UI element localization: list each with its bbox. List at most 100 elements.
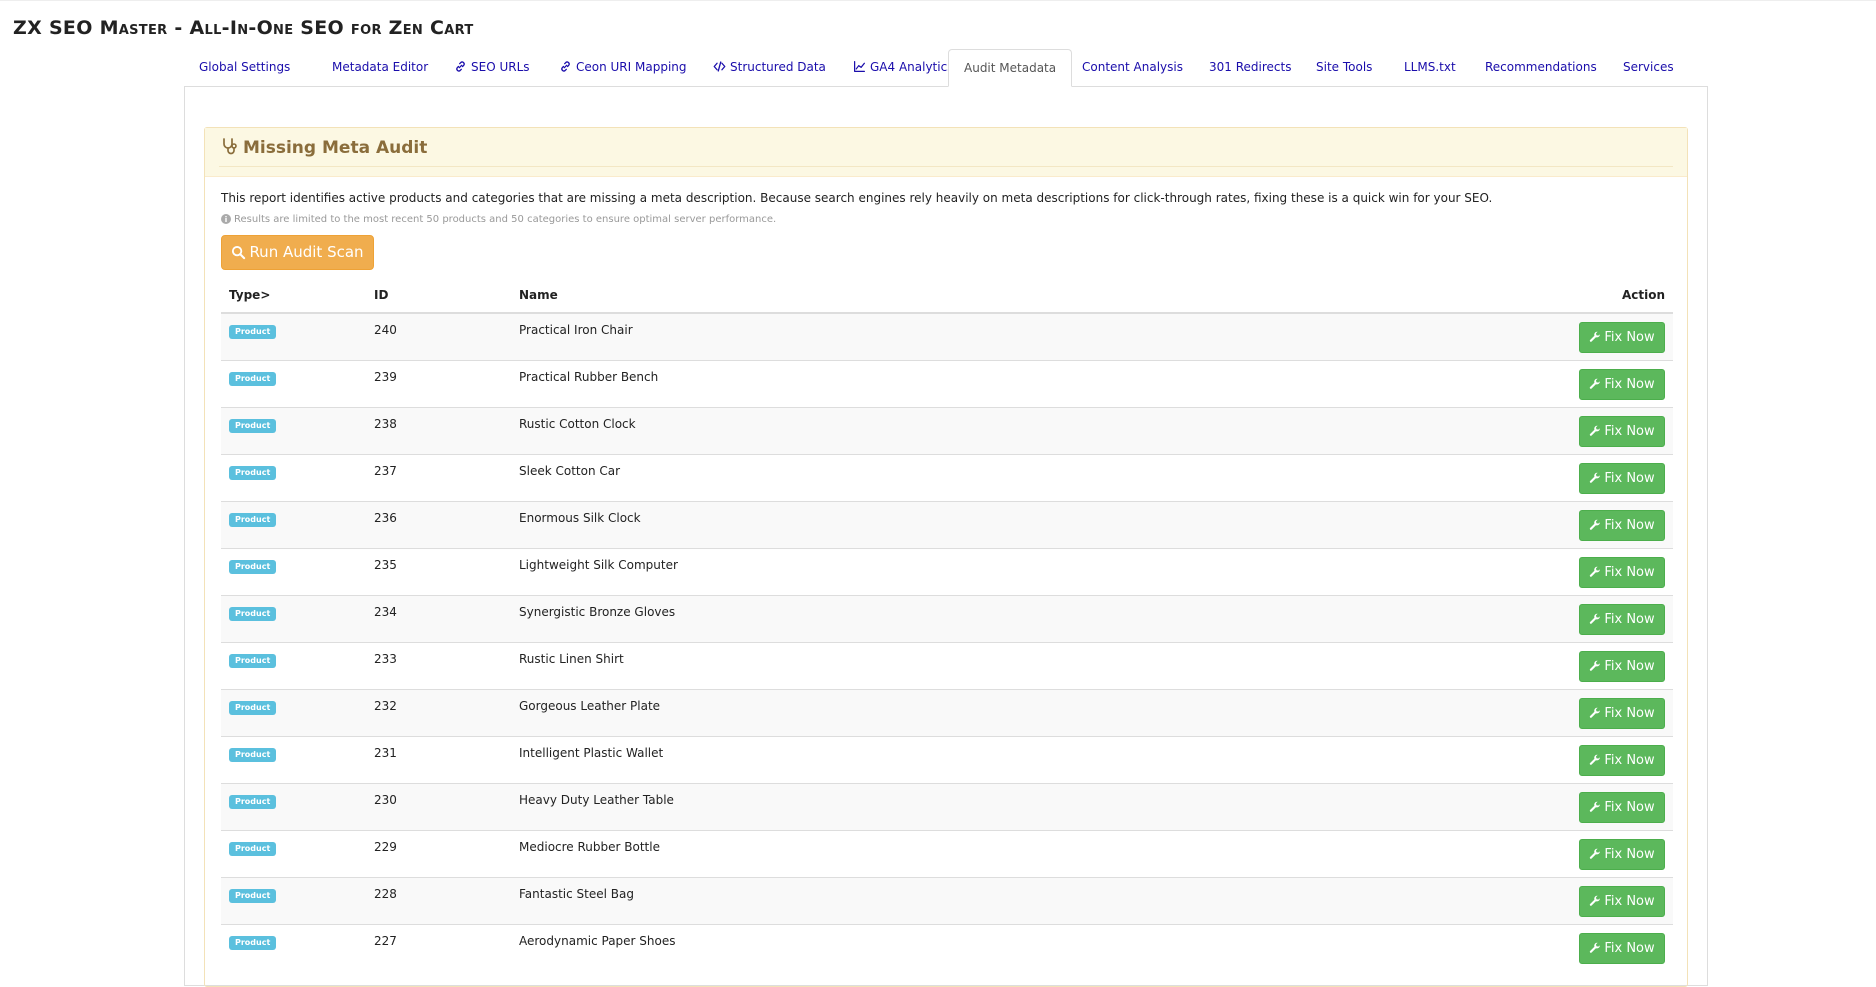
tab-site-tools[interactable]: Site Tools (1301, 49, 1387, 87)
column-header-action: Action (1473, 278, 1673, 314)
tab-ceon-uri-mapping[interactable]: Ceon URI Mapping (544, 49, 702, 87)
type-badge: Product (229, 935, 277, 950)
fix-now-button[interactable]: Fix Now (1579, 744, 1665, 776)
type-cell: Product (221, 594, 366, 642)
fix-now-button[interactable]: Fix Now (1579, 838, 1665, 870)
fix-now-label: Fix Now (1604, 330, 1655, 345)
type-cell: Product (221, 688, 366, 736)
id-cell: 233 (366, 641, 511, 689)
tab-content-analysis[interactable]: Content Analysis (1067, 49, 1198, 87)
table-row: Product 230 Heavy Duty Leather Table Fix No… (221, 782, 1673, 830)
table-header-row: Type> ID Name Action (221, 278, 1673, 314)
tab-audit-metadata[interactable]: Audit Metadata (948, 49, 1073, 87)
tab-recommendations[interactable]: Recommendations (1470, 49, 1612, 87)
tab-label: 301 Redirects (1209, 60, 1292, 74)
tab-llms-txt[interactable]: LLMS.txt (1389, 49, 1471, 87)
audit-card: Missing Meta Audit This report identifie… (204, 127, 1688, 987)
name-cell: Practical Rubber Bench (511, 359, 1473, 407)
tab-label: GA4 Analytics (870, 60, 954, 74)
id-cell: 232 (366, 688, 511, 736)
action-cell: Fix Now (1473, 547, 1673, 595)
id-cell: 231 (366, 735, 511, 783)
name-cell: Gorgeous Leather Plate (511, 688, 1473, 736)
wrench-icon (1590, 425, 1601, 436)
type-cell: Product (221, 312, 366, 360)
link-icon (561, 61, 570, 72)
tab-services[interactable]: Services (1608, 49, 1689, 87)
type-badge: Product (229, 559, 277, 574)
fix-now-label: Fix Now (1604, 517, 1655, 533)
tab-seo-urls[interactable]: SEO URLs (439, 49, 545, 87)
audit-card-title: Missing Meta Audit (221, 137, 427, 158)
audit-results-table: Type> ID Name Action Product 240 Practical… (221, 278, 1673, 971)
name-cell: Sleek Cotton Car (511, 453, 1473, 501)
fix-now-button[interactable]: Fix Now (1579, 603, 1665, 635)
table-row: Product 233 Rustic Linen Shirt Fix Now (221, 641, 1673, 689)
tab-structured-data[interactable]: Structured Data (698, 49, 841, 87)
table-row: Product 235 Lightweight Silk Computer Fix N… (221, 547, 1673, 595)
fix-now-button[interactable]: Fix Now (1579, 322, 1665, 353)
type-badge: Product (229, 653, 277, 668)
run-audit-scan-button[interactable]: Run Audit Scan (221, 235, 374, 270)
type-cell: Product (221, 923, 366, 971)
type-cell: Product (221, 829, 366, 877)
fix-now-button[interactable]: Fix Now (1579, 697, 1665, 729)
id-cell: 240 (366, 312, 511, 360)
fix-now-button[interactable]: Fix Now (1579, 462, 1665, 494)
divider (219, 166, 1673, 167)
table-row: Product 239 Practical Rubber Bench Fix Now (221, 359, 1673, 407)
tab-global-settings[interactable]: Global Settings (184, 49, 305, 87)
wrench-icon (1590, 754, 1601, 765)
id-cell: 227 (366, 923, 511, 971)
type-badge: Product (229, 841, 277, 856)
table-row: Product 228 Fantastic Steel Bag Fix Now (221, 876, 1673, 924)
action-cell: Fix Now (1473, 406, 1673, 454)
action-cell: Fix Now (1473, 688, 1673, 736)
table-body: Product 240 Practical Iron Chair Fix Now Pro… (221, 312, 1673, 971)
audit-card-header: Missing Meta Audit (205, 128, 1687, 177)
action-cell: Fix Now (1473, 923, 1673, 971)
fix-now-button[interactable]: Fix Now (1579, 509, 1665, 541)
name-cell: Heavy Duty Leather Table (511, 782, 1473, 830)
fix-now-label: Fix Now (1604, 611, 1655, 627)
table-row: Product 234 Synergistic Bronze Gloves Fix N… (221, 594, 1673, 642)
fix-now-button[interactable]: Fix Now (1579, 556, 1665, 588)
tab-label: Structured Data (730, 60, 826, 74)
audit-note-text: Results are limited to the most recent 5… (234, 214, 777, 225)
top-border (0, 0, 1876, 1)
id-cell: 228 (366, 876, 511, 924)
action-cell: Fix Now (1473, 359, 1673, 407)
id-cell: 234 (366, 594, 511, 642)
tab-301-redirects[interactable]: 301 Redirects (1194, 49, 1306, 87)
fix-now-label: Fix Now (1604, 799, 1655, 815)
action-cell: Fix Now (1473, 782, 1673, 830)
type-cell: Product (221, 547, 366, 595)
column-header-id: ID (366, 278, 511, 314)
wrench-icon (1590, 378, 1601, 389)
action-cell: Fix Now (1473, 453, 1673, 501)
column-header-type[interactable]: Type> (221, 278, 366, 314)
link-icon (456, 61, 465, 72)
wrench-icon (1590, 519, 1601, 530)
fix-now-button[interactable]: Fix Now (1579, 791, 1665, 823)
wrench-icon (1590, 472, 1601, 483)
wrench-icon (1590, 613, 1601, 624)
fix-now-button[interactable]: Fix Now (1579, 932, 1665, 964)
fix-now-button[interactable]: Fix Now (1579, 368, 1665, 400)
search-icon (232, 245, 246, 260)
wrench-icon (1590, 707, 1601, 718)
type-badge: Product (229, 465, 277, 480)
fix-now-button[interactable]: Fix Now (1579, 415, 1665, 447)
table-row: Product 236 Enormous Silk Clock Fix Now (221, 500, 1673, 548)
name-cell: Aerodynamic Paper Shoes (511, 923, 1473, 971)
type-cell: Product (221, 876, 366, 924)
table-row: Product 237 Sleek Cotton Car Fix Now (221, 453, 1673, 501)
tab-metadata-editor[interactable]: Metadata Editor (317, 49, 443, 87)
tab-label: Content Analysis (1082, 60, 1183, 74)
id-cell: 236 (366, 500, 511, 548)
fix-now-button[interactable]: Fix Now (1579, 650, 1665, 682)
type-cell: Product (221, 500, 366, 548)
fix-now-label: Fix Now (1604, 752, 1655, 768)
tab-label: Audit Metadata (964, 61, 1057, 75)
fix-now-button[interactable]: Fix Now (1579, 885, 1665, 917)
